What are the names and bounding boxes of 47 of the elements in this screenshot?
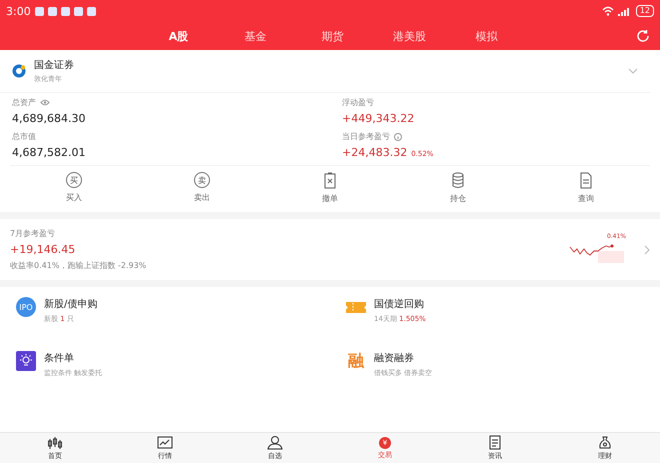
document-icon [487, 435, 503, 450]
metric-value: 4,687,582.01 [12, 146, 86, 159]
tab[interactable]: 模拟 [448, 26, 525, 46]
document-icon [578, 172, 594, 189]
action-button[interactable]: 持仓 [394, 172, 522, 204]
database-icon [450, 172, 466, 189]
chevron-right-icon[interactable] [644, 244, 650, 254]
finance-icon: 融 [346, 351, 366, 371]
metric-value: +449,343.22 [342, 112, 414, 125]
refresh-icon[interactable] [636, 29, 650, 43]
wifi-icon [602, 6, 614, 16]
broker-logo-icon [12, 64, 26, 78]
eye-icon[interactable] [40, 99, 50, 106]
battery-level: 12 [636, 5, 654, 17]
cancel-order-icon [322, 172, 338, 189]
line-chart-icon [157, 435, 173, 450]
action-button[interactable]: 买 买入 [10, 172, 138, 204]
broker-name: 国金证券 [34, 58, 74, 72]
metric-label: 当日参考盈亏 [342, 131, 390, 142]
glyph-icon: 买 [66, 172, 82, 188]
service-title: 条件单 [44, 352, 75, 365]
metric-label: 总市值 [12, 131, 36, 142]
tab[interactable]: A股 [140, 26, 217, 46]
candlestick-icon [47, 435, 63, 450]
service-title: 新股/债申购 [44, 298, 98, 311]
metric-value: 4,689,684.30 [12, 112, 86, 125]
glyph-icon: 卖 [194, 172, 210, 188]
month-note: 收益率0.41%，跑输上证指数 -2.93% [10, 260, 146, 271]
info-icon[interactable] [394, 132, 402, 140]
action-button[interactable]: 查询 [522, 172, 650, 204]
month-title: 7月参考盈亏 [10, 228, 56, 239]
ipo-icon: IPO [16, 297, 36, 317]
service-title: 融资融券 [374, 352, 415, 365]
metric-value: +24,483.32 [342, 146, 408, 159]
metric-label: 浮动盈亏 [342, 97, 374, 108]
money-bag-icon [597, 435, 613, 450]
signal-icon [618, 6, 632, 16]
tab[interactable]: 基金 [217, 26, 294, 46]
person-icon [267, 435, 283, 450]
status-time: 3:00 [6, 4, 31, 18]
metric-label: 总资产 [12, 97, 36, 108]
lightbulb-icon [16, 351, 36, 371]
action-button[interactable]: 撤单 [266, 172, 394, 204]
action-button[interactable]: 卖 卖出 [138, 172, 266, 204]
month-value: +19,146.45 [10, 243, 76, 256]
chevron-down-icon[interactable] [628, 68, 638, 74]
service-title: 国债逆回购 [374, 298, 425, 311]
